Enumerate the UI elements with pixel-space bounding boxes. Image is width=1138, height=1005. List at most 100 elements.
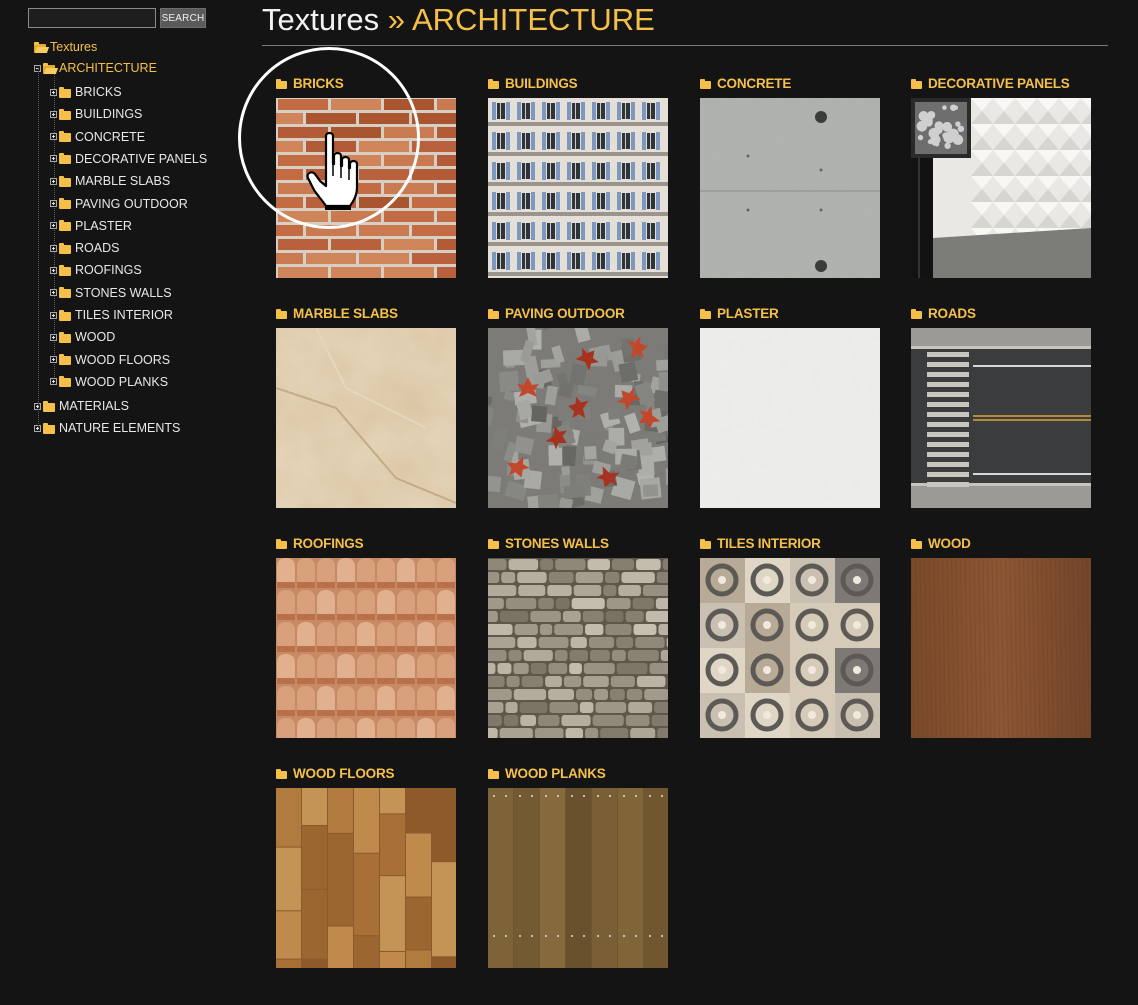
- category-title[interactable]: WOOD: [911, 532, 1091, 554]
- tree-item-concrete[interactable]: CONCRETE: [50, 128, 145, 146]
- expand-icon[interactable]: [50, 177, 57, 185]
- category-label: PLASTER: [717, 305, 779, 321]
- tree-label: CONCRETE: [75, 129, 146, 144]
- texture-thumbnail[interactable]: [700, 328, 880, 508]
- tree-item-nature-elements[interactable]: NATURE ELEMENTS: [34, 419, 180, 437]
- category-card-roofings[interactable]: ROOFINGS: [276, 532, 456, 738]
- texture-thumbnail[interactable]: [488, 98, 668, 278]
- expand-icon[interactable]: [50, 110, 57, 118]
- texture-thumbnail[interactable]: [488, 558, 668, 738]
- tree-item-tiles-interior[interactable]: TILES INTERIOR: [50, 306, 173, 324]
- expand-icon[interactable]: [50, 244, 57, 252]
- category-title[interactable]: ROADS: [911, 302, 1091, 324]
- texture-thumbnail[interactable]: [911, 98, 1091, 278]
- tree-item-paving-outdoor[interactable]: PAVING OUTDOOR: [50, 195, 188, 213]
- texture-thumbnail[interactable]: [488, 328, 668, 508]
- category-card-wood-floors[interactable]: WOOD FLOORS: [276, 762, 456, 968]
- folder-open-icon: [34, 41, 46, 53]
- tree-label: Textures: [50, 40, 98, 54]
- category-card-wood-planks[interactable]: WOOD PLANKS: [488, 762, 668, 968]
- category-title[interactable]: TILES INTERIOR: [700, 532, 880, 554]
- category-title[interactable]: WOOD PLANKS: [488, 762, 668, 784]
- category-title[interactable]: MARBLE SLABS: [276, 302, 456, 324]
- expand-icon[interactable]: [50, 311, 57, 319]
- folder-icon: [276, 308, 287, 319]
- search-button[interactable]: SEARCH: [160, 8, 206, 28]
- folder-icon: [276, 768, 287, 779]
- expand-icon[interactable]: [50, 266, 57, 274]
- category-label: TILES INTERIOR: [717, 535, 821, 551]
- tree-root-textures[interactable]: Textures: [34, 38, 97, 56]
- search-bar: SEARCH: [28, 8, 206, 28]
- category-card-concrete[interactable]: CONCRETE: [700, 72, 880, 278]
- folder-icon: [488, 768, 499, 779]
- category-title[interactable]: WOOD FLOORS: [276, 762, 456, 784]
- category-card-marble-slabs[interactable]: MARBLE SLABS: [276, 302, 456, 508]
- tree-item-materials[interactable]: MATERIALS: [34, 397, 129, 415]
- tree-item-buildings[interactable]: BUILDINGS: [50, 105, 142, 123]
- texture-thumbnail[interactable]: [911, 558, 1091, 738]
- texture-thumbnail[interactable]: [700, 98, 880, 278]
- expand-icon[interactable]: [50, 333, 57, 341]
- folder-icon: [700, 78, 711, 89]
- category-title[interactable]: PAVING OUTDOOR: [488, 302, 668, 324]
- texture-thumbnail[interactable]: [276, 788, 456, 968]
- category-title[interactable]: ROOFINGS: [276, 532, 456, 554]
- folder-icon: [59, 153, 71, 165]
- folder-icon: [59, 354, 71, 366]
- tree-item-wood-floors[interactable]: WOOD FLOORS: [50, 351, 170, 369]
- category-title[interactable]: BUILDINGS: [488, 72, 668, 94]
- category-card-stones-walls[interactable]: STONES WALLS: [488, 532, 668, 738]
- breadcrumb-root[interactable]: Textures: [262, 2, 379, 37]
- expand-icon[interactable]: [50, 222, 57, 230]
- tree-item-stones-walls[interactable]: STONES WALLS: [50, 284, 172, 302]
- category-title[interactable]: CONCRETE: [700, 72, 880, 94]
- category-title[interactable]: STONES WALLS: [488, 532, 668, 554]
- expand-icon[interactable]: [50, 88, 57, 96]
- folder-icon: [59, 242, 71, 254]
- page-title: Textures » ARCHITECTURE: [262, 0, 655, 40]
- category-card-paving-outdoor[interactable]: PAVING OUTDOOR: [488, 302, 668, 508]
- folder-icon: [700, 538, 711, 549]
- tree-item-decorative-panels[interactable]: DECORATIVE PANELS: [50, 150, 207, 168]
- expand-icon[interactable]: [50, 378, 57, 386]
- category-card-tiles-interior[interactable]: TILES INTERIOR: [700, 532, 880, 738]
- category-label: BUILDINGS: [505, 75, 578, 91]
- expand-icon[interactable]: [50, 155, 57, 163]
- category-title[interactable]: DECORATIVE PANELS: [911, 72, 1091, 94]
- tree-label: MARBLE SLABS: [75, 174, 171, 189]
- category-title[interactable]: PLASTER: [700, 302, 880, 324]
- folder-icon: [59, 309, 71, 321]
- expand-icon[interactable]: [50, 289, 57, 297]
- search-input[interactable]: [28, 8, 156, 28]
- tree-item-roofings[interactable]: ROOFINGS: [50, 261, 142, 279]
- texture-thumbnail[interactable]: [488, 788, 668, 968]
- hand-pointer-icon: [306, 131, 359, 210]
- tree-label: WOOD: [75, 330, 116, 345]
- expand-icon[interactable]: [50, 200, 57, 207]
- category-card-wood[interactable]: WOOD: [911, 532, 1091, 738]
- category-card-buildings[interactable]: BUILDINGS: [488, 72, 668, 278]
- texture-thumbnail[interactable]: [276, 558, 456, 738]
- category-label: WOOD PLANKS: [505, 765, 606, 781]
- tree-item-architecture[interactable]: ARCHITECTURE: [34, 59, 157, 77]
- tree-item-plaster[interactable]: PLASTER: [50, 217, 132, 235]
- category-card-decorative-panels[interactable]: DECORATIVE PANELS: [911, 72, 1091, 278]
- tree-item-wood[interactable]: WOOD: [50, 328, 115, 346]
- tree-item-wood-planks[interactable]: WOOD PLANKS: [50, 373, 168, 391]
- texture-thumbnail[interactable]: [700, 558, 880, 738]
- expand-icon[interactable]: [50, 356, 57, 364]
- expand-icon[interactable]: [50, 133, 57, 141]
- tree-item-marble-slabs[interactable]: MARBLE SLABS: [50, 172, 170, 190]
- category-label: CONCRETE: [717, 75, 792, 91]
- folder-icon: [59, 131, 71, 143]
- texture-thumbnail[interactable]: [911, 328, 1091, 508]
- title-divider: [262, 45, 1108, 46]
- category-card-roads[interactable]: ROADS: [911, 302, 1091, 508]
- tree-item-roads[interactable]: ROADS: [50, 239, 119, 257]
- category-card-plaster[interactable]: PLASTER: [700, 302, 880, 508]
- folder-icon: [59, 331, 71, 343]
- breadcrumb-current: ARCHITECTURE: [411, 2, 655, 37]
- texture-thumbnail[interactable]: [276, 328, 456, 508]
- tree-item-bricks[interactable]: BRICKS: [50, 83, 122, 101]
